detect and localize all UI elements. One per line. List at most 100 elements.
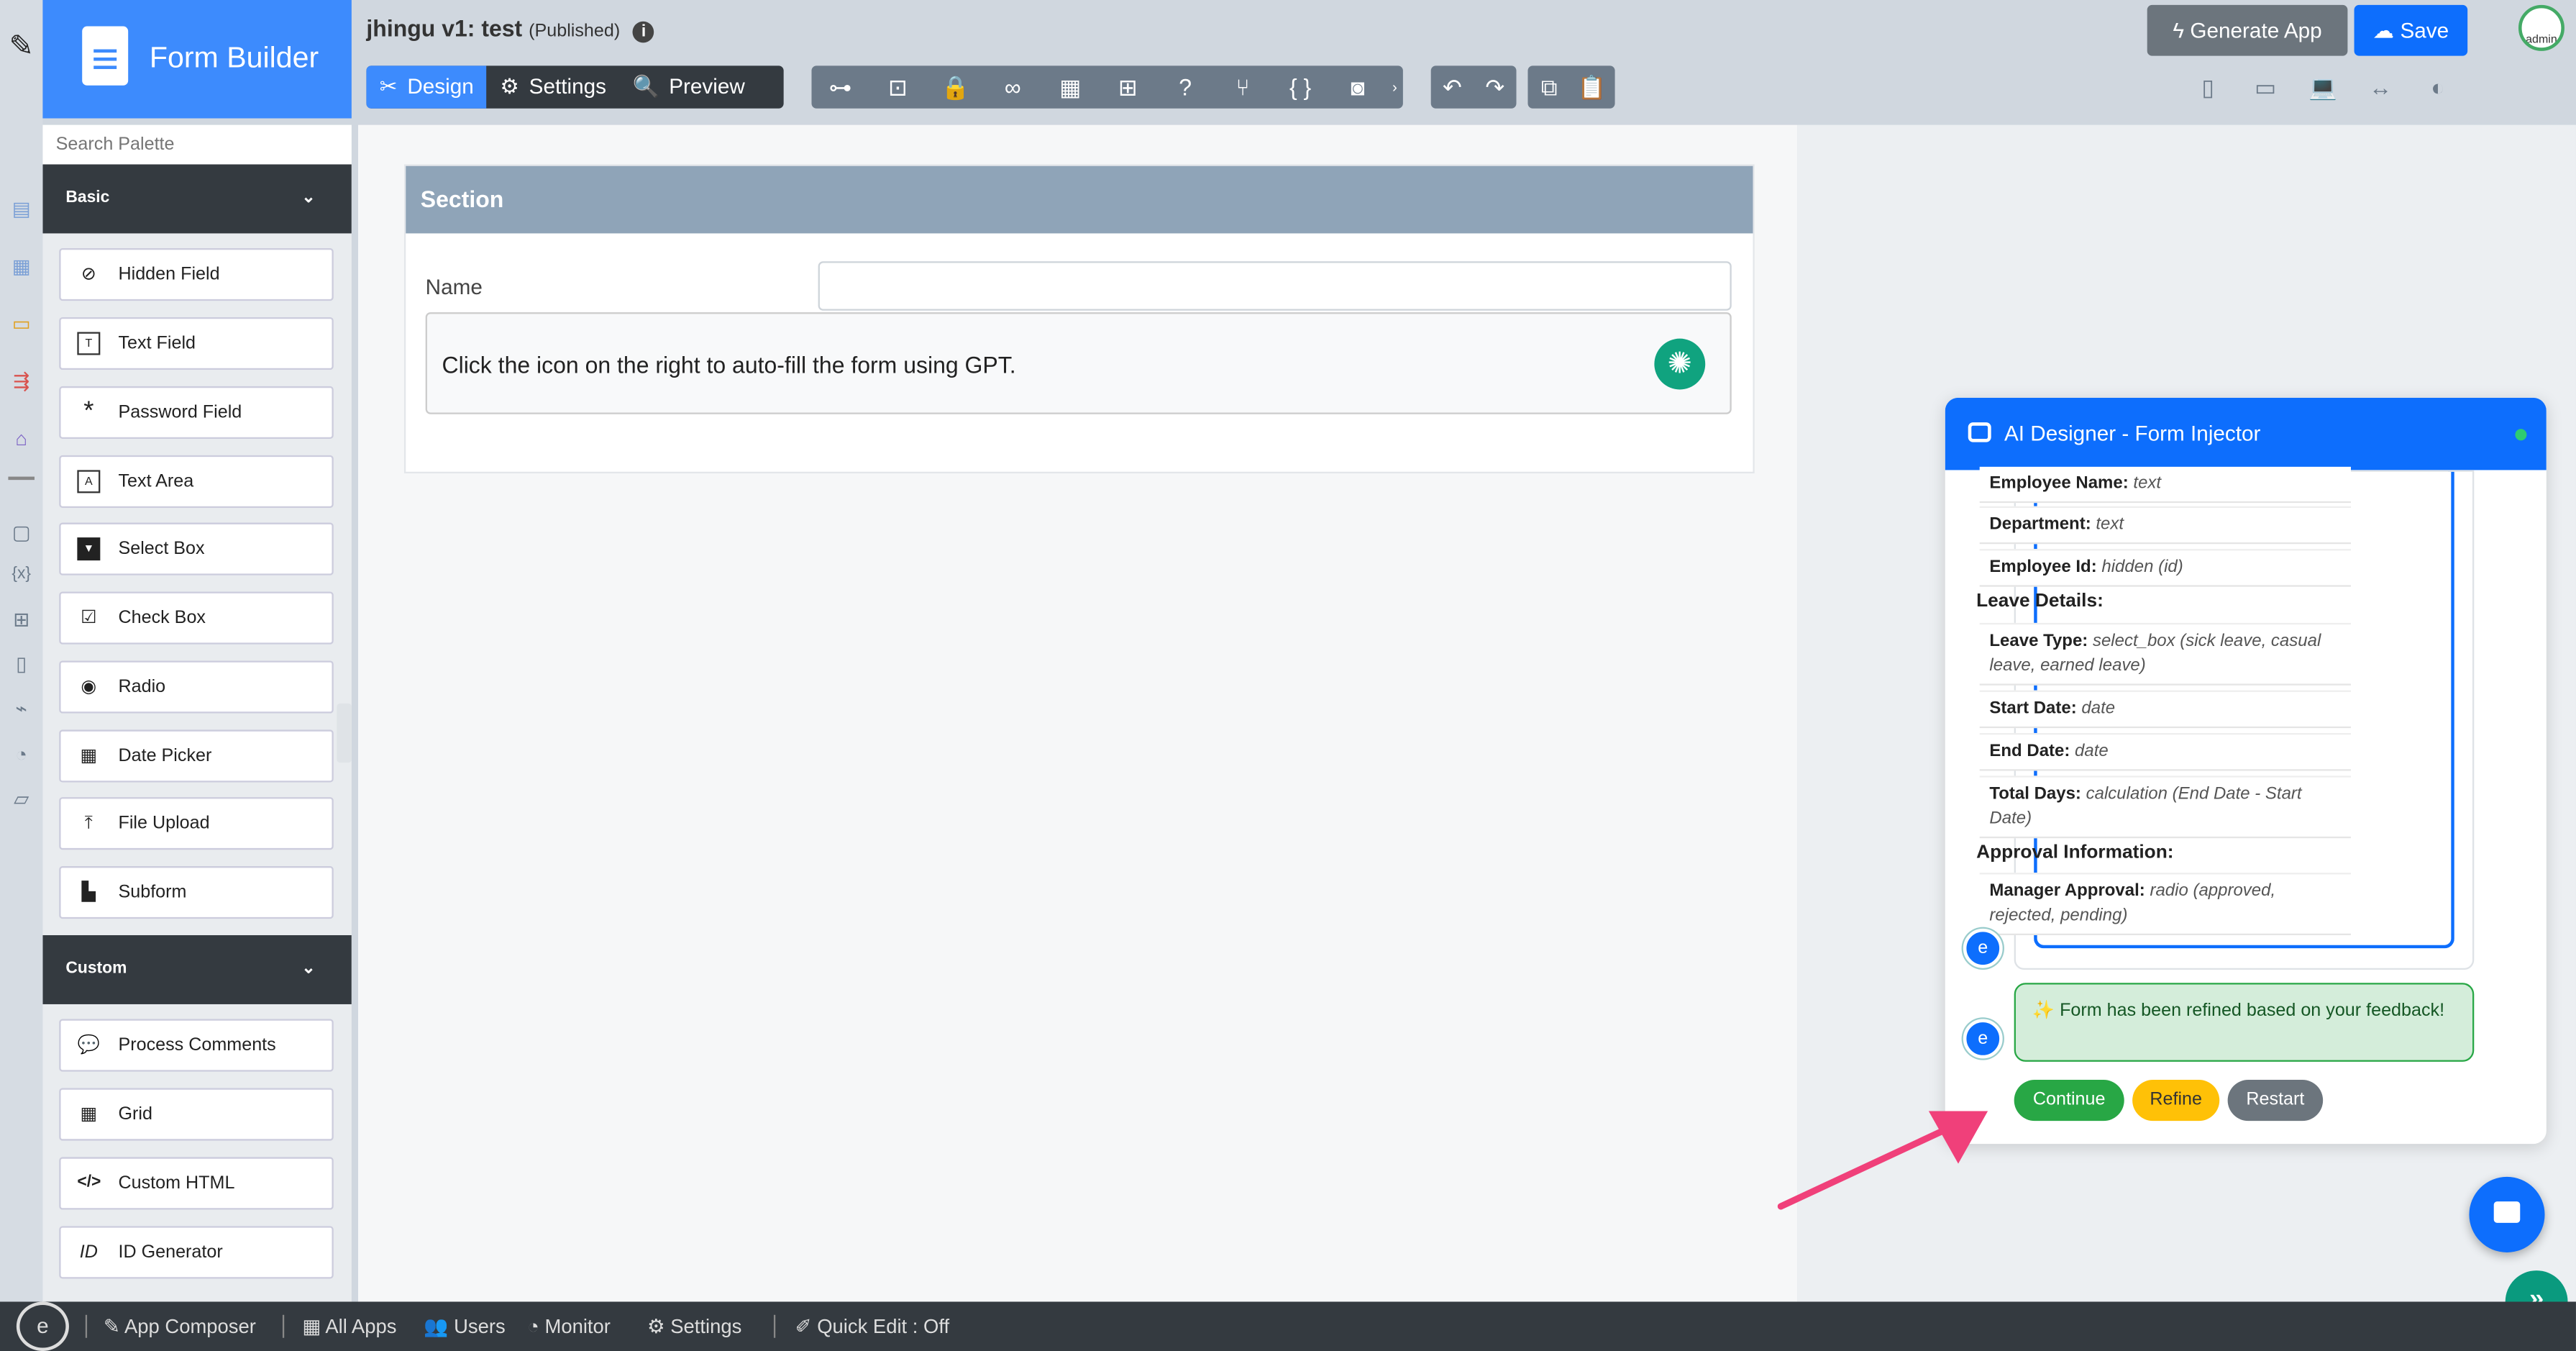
palette-item-process-comments[interactable]: 💬 Process Comments — [59, 1019, 334, 1072]
table-icon[interactable]: ▦ — [1041, 65, 1099, 108]
divider — [85, 1314, 88, 1338]
monitor-link[interactable]: ◔ Monitor — [527, 1315, 611, 1338]
page-title: jhingu v1: test (Published) i — [366, 15, 654, 43]
brand-header: Form Builder — [42, 0, 352, 119]
palette-item-grid[interactable]: ▦ Grid — [59, 1088, 334, 1141]
palette-item-file-upload[interactable]: ⤒ File Upload — [59, 797, 334, 850]
camera-icon[interactable]: ◙ — [1329, 65, 1387, 108]
name-field-label: Name — [425, 274, 483, 299]
redo-icon[interactable]: ↷ — [1474, 65, 1516, 108]
plugin-icon[interactable]: ⌁ — [8, 695, 35, 722]
gpt-autofill-text: Click the icon on the right to auto-fill… — [442, 351, 1016, 378]
variable-icon[interactable]: {x} — [8, 562, 35, 588]
openai-icon[interactable]: ✺ — [1654, 338, 1706, 390]
undo-icon[interactable]: ↶ — [1431, 65, 1474, 108]
schema-field: Start Date: date — [1979, 690, 2351, 729]
help-icon[interactable]: ? — [1156, 65, 1214, 108]
info-icon[interactable]: i — [633, 21, 654, 43]
form-icon[interactable]: ▤ — [8, 196, 35, 222]
palette-item-text-field[interactable]: T Text Field — [59, 317, 334, 370]
palette-item-text-area[interactable]: A Text Area — [59, 455, 334, 508]
palette-item-hidden-field[interactable]: ⊘ Hidden Field — [59, 247, 334, 301]
palette-theme-icon[interactable]: ◐ — [2420, 73, 2456, 102]
palette-item-select-box[interactable]: ▾ Select Box — [59, 522, 334, 576]
palette-item-label: Custom HTML — [118, 1173, 235, 1193]
all-apps-link[interactable]: ▦ All Apps — [302, 1315, 396, 1338]
app-title-text: jhingu v1: test — [366, 14, 523, 42]
field-type: date — [2075, 741, 2109, 761]
toolbar: ⊶ ⊡ 🔒 ∞ ▦ ⊞ ? ⑂ { } ◙ › — [811, 65, 1403, 109]
generate-app-button[interactable]: ϟ Generate App — [2147, 4, 2348, 56]
mobile-view-icon[interactable]: ▯ — [2190, 73, 2226, 102]
palette-item-label: Process Comments — [118, 1035, 276, 1055]
branch-icon[interactable]: ⑂ — [1214, 65, 1271, 108]
chevron-down-icon: ⌄ — [301, 960, 316, 978]
chat-toggle-button[interactable] — [2469, 1176, 2545, 1252]
datalist-icon[interactable]: ▦ — [8, 253, 35, 280]
translate-icon[interactable]: ⊞ — [8, 606, 35, 633]
palette-group-basic[interactable]: Basic ⌄ — [42, 164, 352, 234]
code-icon: </> — [77, 1173, 101, 1192]
palette-item-radio[interactable]: ◉ Radio — [59, 660, 334, 714]
performance-icon[interactable]: ◔ — [8, 741, 35, 768]
script-icon[interactable]: ▱ — [8, 786, 35, 812]
palette-item-label: Text Area — [118, 471, 194, 492]
avatar[interactable]: admin — [2518, 4, 2564, 51]
palette-item-custom-html[interactable]: </> Custom HTML — [59, 1157, 334, 1210]
binoculars-icon[interactable]: ∞ — [984, 65, 1041, 108]
quick-edit-toggle[interactable]: ✐ Quick Edit : Off — [795, 1315, 949, 1338]
calendar-icon: ▦ — [80, 746, 98, 766]
laptop-view-icon[interactable]: 💻 — [2305, 73, 2341, 102]
field-type: text — [2133, 473, 2162, 493]
continue-button[interactable]: Continue — [2014, 1080, 2124, 1122]
palette-item-id-generator[interactable]: ID ID Generator — [59, 1226, 334, 1279]
app-composer-link[interactable]: ✎ App Composer — [104, 1315, 256, 1338]
paste-icon[interactable]: 📋 — [1571, 65, 1613, 108]
refine-button[interactable]: Refine — [2132, 1080, 2220, 1122]
left-rail: ✎ ▤ ▦ ▭ ⇶ ⌂ ▢ {x} ⊞ ▯ ⌁ ◔ ▱ — [0, 0, 43, 1302]
chevron-right-icon[interactable]: › — [1387, 65, 1403, 108]
bolt-icon: ϟ — [2173, 18, 2191, 43]
tab-preview[interactable]: 🔍 Preview — [619, 65, 758, 108]
divider — [773, 1314, 776, 1338]
full-width-icon[interactable]: ↔ — [2362, 73, 2398, 102]
properties-icon[interactable]: ⊡ — [869, 65, 926, 108]
api-icon[interactable]: ⌂ — [8, 426, 35, 452]
save-button[interactable]: ☁ Save — [2354, 4, 2468, 56]
bot-avatar-icon: e — [1963, 928, 2003, 968]
lock-icon[interactable]: 🔒 — [926, 65, 984, 108]
field-name: Leave Type: — [1989, 631, 2088, 651]
subform-icon: ▙ — [81, 882, 96, 903]
json-icon[interactable]: { } — [1271, 65, 1329, 108]
bottombar-label: All Apps — [325, 1314, 397, 1338]
userview-icon[interactable]: ▭ — [8, 311, 35, 337]
palette-item-date-picker[interactable]: ▦ Date Picker — [59, 729, 334, 783]
text-area-icon: A — [77, 470, 101, 493]
palette-collapse-handle[interactable] — [337, 703, 352, 763]
restart-button[interactable]: Restart — [2227, 1080, 2324, 1122]
process-icon[interactable]: ⇶ — [8, 368, 35, 395]
name-input[interactable] — [818, 261, 1732, 311]
palette-item-password-field[interactable]: * Password Field — [59, 386, 334, 440]
language-icon[interactable]: ⊞ — [1099, 65, 1156, 108]
joget-logo-icon[interactable]: e — [16, 1301, 69, 1351]
field-name: Start Date: — [1989, 698, 2077, 719]
tab-settings[interactable]: ⚙ Settings — [487, 65, 619, 108]
palette-item-check-box[interactable]: ☑ Check Box — [59, 591, 334, 645]
settings-link[interactable]: ⚙ Settings — [647, 1315, 741, 1338]
palette-search-input[interactable] — [42, 124, 352, 165]
tab-label: Preview — [669, 73, 745, 99]
edit-icon[interactable]: ✎ — [8, 31, 35, 60]
palette-group-custom[interactable]: Custom ⌄ — [42, 934, 352, 1004]
tree-icon[interactable]: ⊶ — [811, 65, 869, 108]
clipboard-group: ⧉ 📋 — [1527, 65, 1615, 109]
tablet-view-icon[interactable]: ▭ — [2247, 73, 2283, 102]
status-badge: (Published) — [529, 21, 621, 42]
users-link[interactable]: 👥 Users — [424, 1315, 505, 1338]
schema-field: Department: text — [1979, 506, 2351, 545]
file-icon[interactable]: ▯ — [8, 651, 35, 678]
tab-design[interactable]: ✂ Design — [366, 65, 488, 109]
note-icon[interactable]: ▢ — [8, 519, 35, 546]
copy-icon[interactable]: ⧉ — [1527, 65, 1570, 108]
palette-item-subform[interactable]: ▙ Subform — [59, 866, 334, 919]
